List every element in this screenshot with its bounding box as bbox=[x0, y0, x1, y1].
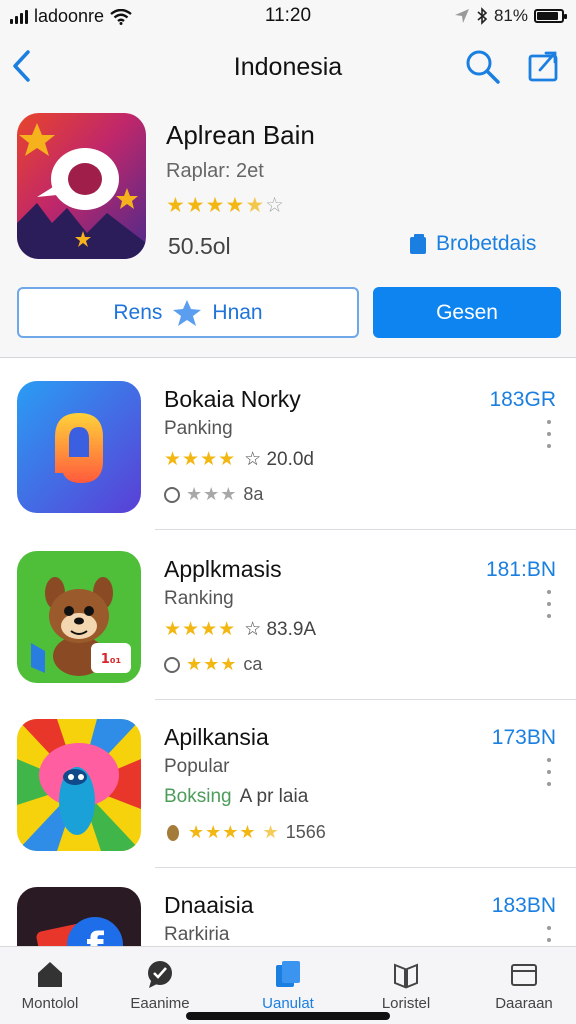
app-icon[interactable] bbox=[17, 719, 141, 851]
battery-icon bbox=[534, 9, 567, 23]
star-icon: ★★★★ bbox=[188, 822, 257, 842]
tab-label: Daaraan bbox=[495, 995, 553, 1012]
app-rating: ★★★★ ★ 1566 bbox=[164, 822, 326, 843]
featured-app-icon[interactable] bbox=[17, 113, 146, 259]
app-name[interactable]: Dnaaisia bbox=[164, 892, 254, 919]
featured-app-subtitle: Raplar: 2et bbox=[166, 160, 264, 182]
bookmark-icon bbox=[410, 234, 426, 254]
star-icon: ★★★ bbox=[186, 654, 238, 674]
app-rating-text: 1566 bbox=[285, 822, 326, 842]
tab-label: Uanulat bbox=[262, 995, 314, 1012]
section-divider bbox=[0, 357, 576, 358]
app-meta: ★★★ 8a bbox=[164, 484, 263, 505]
app-rating-text: ☆ 20.0d bbox=[244, 449, 314, 470]
home-icon bbox=[38, 962, 62, 987]
app-rating-text: ☆ 83.9A bbox=[244, 619, 317, 640]
app-size: 181:BN bbox=[485, 558, 556, 581]
clock-icon bbox=[164, 656, 180, 673]
home-indicator[interactable] bbox=[186, 1012, 390, 1020]
app-category: Rarkiria bbox=[164, 924, 230, 945]
app-name[interactable]: Applkmasis bbox=[164, 556, 282, 583]
app-category: Ranking bbox=[164, 588, 234, 609]
books-icon bbox=[394, 963, 418, 989]
app-name[interactable]: Apilkansia bbox=[164, 724, 269, 751]
star-icon-half: ★ bbox=[262, 822, 280, 842]
app-icon[interactable]: 1₀₁ bbox=[17, 551, 141, 683]
star-icon: ★★★★ bbox=[164, 449, 237, 470]
nav-bar: Indonesia bbox=[0, 40, 576, 94]
rank-button-left-label: Rens bbox=[113, 300, 163, 324]
app-icon[interactable] bbox=[17, 381, 141, 513]
featured-link-label: Brobetdais bbox=[436, 232, 537, 255]
list-item[interactable]: 1₀₁ Applkmasis Ranking ★★★★ ☆ 83.9A ★★★ … bbox=[0, 530, 576, 700]
svg-text:1₀₁: 1₀₁ bbox=[101, 652, 121, 667]
more-options-icon[interactable] bbox=[546, 420, 552, 448]
app-size: 183GR bbox=[489, 388, 556, 411]
battery-fill bbox=[537, 12, 559, 20]
featured-count: 50.5ol bbox=[168, 233, 231, 259]
clock-icon bbox=[164, 486, 180, 503]
tab-label: Montolol bbox=[21, 995, 79, 1012]
tab-folder[interactable]: Daaraan bbox=[474, 955, 574, 1021]
apps-icon bbox=[276, 961, 300, 987]
featured-app-name[interactable]: Aplrean Bain bbox=[166, 120, 315, 151]
search-icon[interactable] bbox=[464, 48, 502, 86]
featured-link[interactable]: Brobetdais bbox=[408, 232, 536, 256]
tab-label: Loristel bbox=[381, 995, 431, 1012]
star-icon-filled: ★★★★ bbox=[166, 194, 246, 217]
app-name[interactable]: Bokaia Norky bbox=[164, 386, 301, 413]
get-button[interactable]: Gesen bbox=[373, 287, 561, 338]
app-meta-text: ca bbox=[243, 654, 263, 674]
app-category: Popular bbox=[164, 756, 230, 777]
share-icon[interactable] bbox=[526, 48, 562, 84]
tab-label: Eaanime bbox=[130, 995, 190, 1012]
bluetooth-icon bbox=[477, 7, 488, 25]
app-meta-text: 8a bbox=[243, 484, 264, 504]
featured-rating-stars: ★★★★★☆ bbox=[166, 193, 285, 218]
star-icon-half: ★ bbox=[245, 194, 266, 217]
app-rating: ★★★★ ☆ 83.9A bbox=[164, 618, 316, 641]
status-right: 81% bbox=[454, 6, 567, 26]
chat-icon bbox=[148, 961, 172, 988]
rank-button-right-label: Hnan bbox=[212, 300, 263, 324]
app-tag-green: Boksing bbox=[164, 786, 232, 807]
star-icon-empty: ☆ bbox=[265, 194, 285, 217]
list-item[interactable]: Apilkansia Popular Boksing A pr laia ★★★… bbox=[0, 698, 576, 868]
location-icon bbox=[454, 9, 469, 23]
get-button-label: Gesen bbox=[436, 300, 498, 324]
app-meta: ★★★ ca bbox=[164, 654, 262, 675]
app-tags: Boksing A pr laia bbox=[164, 786, 308, 808]
more-options-icon[interactable] bbox=[546, 590, 552, 618]
star-badge-icon bbox=[173, 299, 202, 326]
app-size: 173BN bbox=[491, 726, 556, 749]
tab-home[interactable]: Montolol bbox=[0, 955, 100, 1021]
app-tag-grey: A pr laia bbox=[239, 786, 309, 807]
leaf-icon bbox=[167, 824, 179, 841]
star-icon: ★★★ bbox=[186, 484, 238, 504]
folder-icon bbox=[511, 964, 537, 986]
rank-button[interactable]: Rens Hnan bbox=[17, 287, 359, 338]
more-options-icon[interactable] bbox=[546, 758, 552, 786]
app-category: Panking bbox=[164, 418, 233, 439]
app-size: 183BN bbox=[491, 894, 556, 917]
list-item[interactable]: Bokaia Norky Panking ★★★★ ☆ 20.0d ★★★ 8a… bbox=[0, 360, 576, 530]
status-bar: ladoonre 11:20 81% bbox=[0, 0, 576, 32]
battery-percent: 81% bbox=[493, 6, 528, 25]
app-rating: ★★★★ ☆ 20.0d bbox=[164, 448, 314, 471]
star-icon: ★★★★ bbox=[164, 619, 237, 640]
